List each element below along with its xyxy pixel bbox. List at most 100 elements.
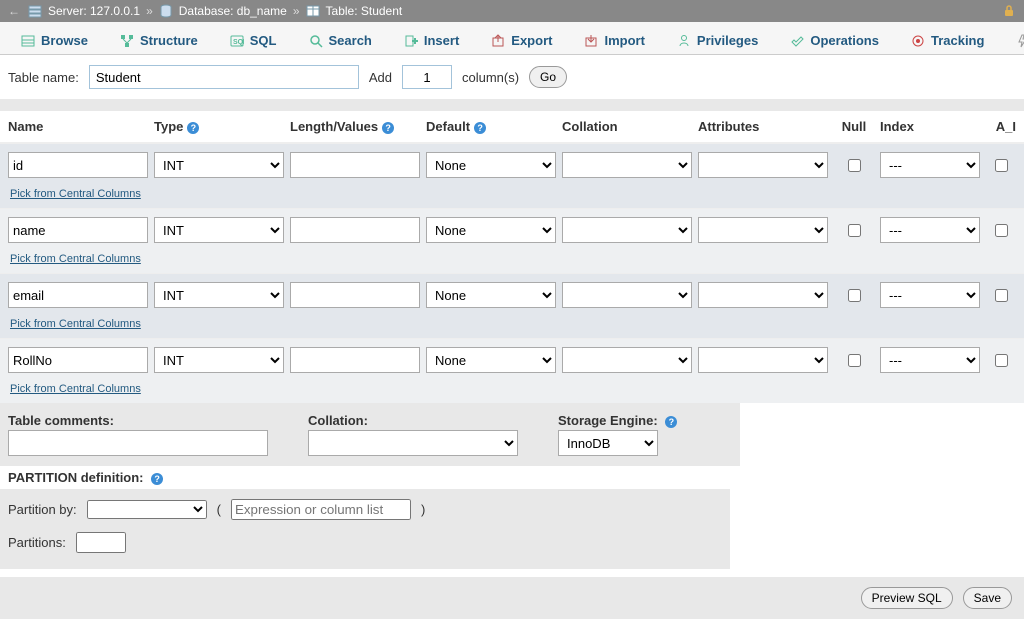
column-row: INT None ---	[0, 274, 1024, 316]
tab-browse[interactable]: Browse	[6, 26, 103, 54]
col-type-select[interactable]: INT	[154, 152, 284, 178]
tab-sql[interactable]: SQL SQL	[215, 26, 292, 54]
help-icon[interactable]: ?	[382, 122, 394, 134]
tab-insert[interactable]: Insert	[389, 26, 474, 54]
tablename-input[interactable]	[89, 65, 359, 89]
pick-central-columns-link[interactable]: Pick from Central Columns	[0, 186, 1024, 204]
col-attr-select[interactable]	[698, 152, 828, 178]
column-grid-header: Name Type? Length/Values? Default? Colla…	[0, 111, 1024, 143]
col-default-select[interactable]: None	[426, 217, 556, 243]
paren-close: )	[421, 502, 425, 517]
tab-privileges[interactable]: Privileges	[662, 26, 773, 54]
head-default: Default?	[426, 119, 556, 134]
col-collation-select[interactable]	[562, 282, 692, 308]
partition-by-label: Partition by:	[8, 502, 77, 517]
preview-sql-button[interactable]: Preview SQL	[861, 587, 953, 609]
help-icon[interactable]: ?	[187, 122, 199, 134]
col-collation-select[interactable]	[562, 152, 692, 178]
col-default-select[interactable]: None	[426, 152, 556, 178]
server-icon	[28, 4, 42, 18]
col-length-input[interactable]	[290, 217, 420, 243]
engine-label: Storage Engine: ?	[558, 413, 677, 428]
column-row: INT None ---	[0, 144, 1024, 186]
col-ai-checkbox[interactable]	[995, 159, 1008, 172]
col-null-checkbox[interactable]	[848, 159, 861, 172]
go-button[interactable]: Go	[529, 66, 567, 88]
svg-text:SQL: SQL	[233, 39, 244, 46]
col-index-select[interactable]: ---	[880, 282, 980, 308]
tab-label: SQL	[250, 33, 277, 48]
tab-import[interactable]: Import	[569, 26, 659, 54]
col-null-checkbox[interactable]	[848, 224, 861, 237]
tab-search[interactable]: Search	[294, 26, 387, 54]
help-icon[interactable]: ?	[474, 122, 486, 134]
col-collation-select[interactable]	[562, 217, 692, 243]
browse-icon	[21, 34, 35, 48]
bc-database[interactable]: Database: db_name	[179, 4, 287, 18]
col-name-input[interactable]	[8, 282, 148, 308]
column-row: INT None ---	[0, 209, 1024, 251]
col-name-input[interactable]	[8, 347, 148, 373]
pick-central-columns-link[interactable]: Pick from Central Columns	[0, 381, 1024, 399]
tabs: Browse Structure SQL SQL Search Insert Ex…	[0, 22, 1024, 55]
col-null-checkbox[interactable]	[848, 354, 861, 367]
col-type-select[interactable]: INT	[154, 347, 284, 373]
tab-structure[interactable]: Structure	[105, 26, 213, 54]
col-length-input[interactable]	[290, 152, 420, 178]
tab-tracking[interactable]: Tracking	[896, 26, 999, 54]
col-null-checkbox[interactable]	[848, 289, 861, 302]
tab-triggers[interactable]: Triggers	[1001, 26, 1024, 54]
tab-label: Operations	[810, 33, 879, 48]
tab-label: Browse	[41, 33, 88, 48]
col-attr-select[interactable]	[698, 347, 828, 373]
collation-select[interactable]	[308, 430, 518, 456]
col-name-input[interactable]	[8, 217, 148, 243]
col-ai-checkbox[interactable]	[995, 289, 1008, 302]
tab-export[interactable]: Export	[476, 26, 567, 54]
collation-label: Collation:	[308, 413, 518, 428]
lock-icon[interactable]	[1002, 4, 1016, 18]
tab-label: Tracking	[931, 33, 984, 48]
tab-label: Privileges	[697, 33, 758, 48]
tablename-row: Table name: Add column(s) Go	[0, 55, 1024, 99]
col-length-input[interactable]	[290, 282, 420, 308]
col-type-select[interactable]: INT	[154, 282, 284, 308]
col-collation-select[interactable]	[562, 347, 692, 373]
col-index-select[interactable]: ---	[880, 347, 980, 373]
pick-central-columns-link[interactable]: Pick from Central Columns	[0, 251, 1024, 269]
pick-central-columns-link[interactable]: Pick from Central Columns	[0, 316, 1024, 334]
partition-expr-input[interactable]	[231, 499, 411, 520]
col-default-select[interactable]: None	[426, 347, 556, 373]
col-ai-checkbox[interactable]	[995, 224, 1008, 237]
bc-sep: »	[144, 4, 155, 18]
insert-icon	[404, 34, 418, 48]
help-icon[interactable]: ?	[665, 416, 677, 428]
tab-label: Search	[329, 33, 372, 48]
col-default-select[interactable]: None	[426, 282, 556, 308]
col-index-select[interactable]: ---	[880, 152, 980, 178]
head-name: Name	[8, 119, 148, 134]
comments-input[interactable]	[8, 430, 268, 456]
partition-by-select[interactable]	[87, 500, 207, 519]
bc-server[interactable]: Server: 127.0.0.1	[48, 4, 140, 18]
col-attr-select[interactable]	[698, 282, 828, 308]
engine-select[interactable]: InnoDB	[558, 430, 658, 456]
partitions-input[interactable]	[76, 532, 126, 553]
col-name-input[interactable]	[8, 152, 148, 178]
table-options: Table comments: Collation: Storage Engin…	[0, 403, 740, 466]
col-length-input[interactable]	[290, 347, 420, 373]
bc-table[interactable]: Table: Student	[326, 4, 403, 18]
col-attr-select[interactable]	[698, 217, 828, 243]
tab-label: Import	[604, 33, 644, 48]
back-icon[interactable]: ←	[8, 4, 24, 18]
tab-operations[interactable]: Operations	[775, 26, 894, 54]
spacer	[0, 99, 1024, 111]
col-index-select[interactable]: ---	[880, 217, 980, 243]
col-type-select[interactable]: INT	[154, 217, 284, 243]
partitions-label: Partitions:	[8, 535, 66, 550]
save-button[interactable]: Save	[963, 587, 1012, 609]
col-ai-checkbox[interactable]	[995, 354, 1008, 367]
help-icon[interactable]: ?	[151, 473, 163, 485]
add-count-input[interactable]	[402, 65, 452, 89]
tracking-icon	[911, 34, 925, 48]
